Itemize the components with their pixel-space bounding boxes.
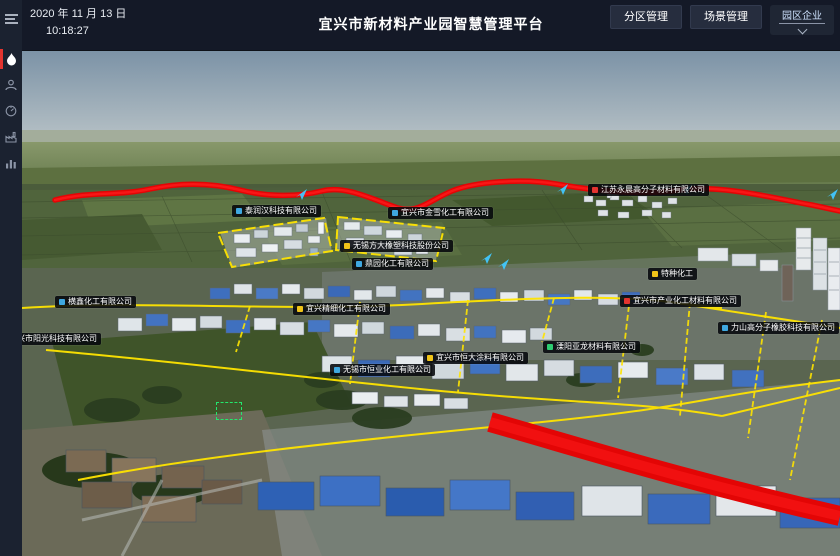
plane-marker-icon[interactable]: [556, 183, 569, 201]
chevron-down-icon: [797, 25, 807, 35]
enterprise-name: 力山高分子橡胶科技有限公司: [731, 323, 835, 333]
top-bar: 2020 年 11 月 13 日 10:18:27 宜兴市新材料产业园智慧管理平…: [22, 0, 840, 51]
enterprise-name: 宜兴市恒大涂料有限公司: [436, 353, 524, 363]
enterprise-icon: [392, 210, 398, 216]
enterprise-icon: [59, 299, 65, 305]
enterprise-label[interactable]: 泰润汉科技有限公司: [232, 205, 321, 217]
enterprise-name: 横鑫化工有限公司: [68, 297, 132, 307]
enterprise-label[interactable]: 无锡方大橡塑科技股份公司: [340, 240, 453, 252]
enterprise-icon: [356, 261, 362, 267]
smart-park-platform: 2020 年 11 月 13 日 10:18:27 宜兴市新材料产业园智慧管理平…: [0, 0, 840, 556]
fire-icon[interactable]: [0, 46, 22, 72]
enterprise-icon: [427, 355, 433, 361]
enterprise-name: 无锡方大橡塑科技股份公司: [353, 241, 449, 251]
plane-marker-icon[interactable]: [826, 188, 839, 206]
enterprise-name: 鼎园化工有限公司: [365, 259, 429, 269]
enterprise-label[interactable]: 无锡市恒业化工有限公司: [330, 364, 435, 376]
park-enterprise-dropdown[interactable]: 园区企业: [770, 5, 834, 35]
enterprise-icon: [297, 306, 303, 312]
menu-icon[interactable]: [0, 6, 22, 32]
selection-box: [216, 402, 242, 420]
plane-marker-icon[interactable]: [497, 258, 510, 276]
user-icon[interactable]: [0, 72, 22, 98]
enterprise-icon: [236, 208, 242, 214]
enterprise-label[interactable]: 力山高分子橡胶科技有限公司: [718, 322, 839, 334]
enterprise-label[interactable]: 宜兴市产业化工材料有限公司: [620, 295, 741, 307]
map-3d-view[interactable]: 泰润汉科技有限公司 宜兴市金雪化工有限公司 无锡方大橡塑科技股份公司 鼎园化工有…: [22, 50, 840, 556]
enterprise-label[interactable]: 宜兴市阳光科技有限公司: [22, 333, 101, 345]
plane-marker-icon[interactable]: [295, 188, 308, 206]
enterprise-icon: [652, 271, 658, 277]
scene-management-button[interactable]: 场景管理: [690, 5, 762, 29]
dropdown-label: 园区企业: [779, 5, 825, 24]
enterprise-label[interactable]: 鼎园化工有限公司: [352, 258, 433, 270]
enterprise-name: 宜兴市阳光科技有限公司: [22, 334, 97, 344]
sidebar: [0, 0, 22, 556]
enterprise-label[interactable]: 溧阳亚龙材料有限公司: [543, 341, 640, 353]
factory-icon[interactable]: [0, 124, 22, 150]
gauge-icon[interactable]: [0, 98, 22, 124]
enterprise-icon: [334, 367, 340, 373]
enterprise-icon: [547, 344, 553, 350]
enterprise-name: 无锡市恒业化工有限公司: [343, 365, 431, 375]
zone-management-button[interactable]: 分区管理: [610, 5, 682, 29]
enterprise-name: 宜兴市金雪化工有限公司: [401, 208, 489, 218]
enterprise-label[interactable]: 江苏永晨高分子材料有限公司: [588, 184, 709, 196]
enterprise-name: 宜兴精细化工有限公司: [306, 304, 386, 314]
enterprise-icon: [592, 187, 598, 193]
enterprise-name: 特种化工: [661, 269, 693, 279]
enterprise-name: 江苏永晨高分子材料有限公司: [601, 185, 705, 195]
enterprise-label[interactable]: 特种化工: [648, 268, 697, 280]
enterprise-label[interactable]: 宜兴市恒大涂料有限公司: [423, 352, 528, 364]
enterprise-name: 溧阳亚龙材料有限公司: [556, 342, 636, 352]
enterprise-label[interactable]: 横鑫化工有限公司: [55, 296, 136, 308]
enterprise-label[interactable]: 宜兴精细化工有限公司: [293, 303, 390, 315]
bar-chart-icon[interactable]: [0, 150, 22, 176]
enterprise-icon: [344, 243, 350, 249]
enterprise-name: 泰润汉科技有限公司: [245, 206, 317, 216]
enterprise-icon: [624, 298, 630, 304]
plane-marker-icon[interactable]: [480, 252, 493, 270]
enterprise-label[interactable]: 宜兴市金雪化工有限公司: [388, 207, 493, 219]
enterprise-icon: [722, 325, 728, 331]
enterprise-name: 宜兴市产业化工材料有限公司: [633, 296, 737, 306]
